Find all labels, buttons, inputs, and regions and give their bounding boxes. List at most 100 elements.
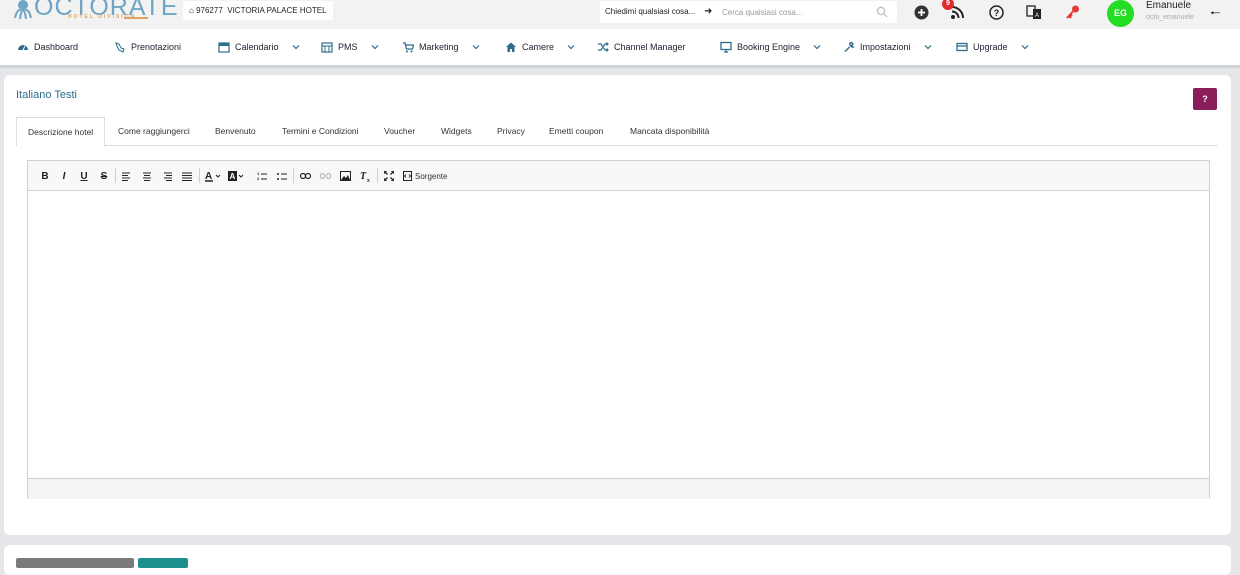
- toolbar-divider: [199, 168, 200, 183]
- plus-circle-icon[interactable]: [912, 3, 930, 21]
- svg-text:A: A: [230, 172, 236, 181]
- text-color-button[interactable]: A: [204, 169, 224, 183]
- nav-item-impostazioni[interactable]: Impostazioni: [843, 29, 932, 65]
- svg-text:?: ?: [993, 8, 999, 18]
- nav-item-camere[interactable]: Camere: [505, 29, 575, 65]
- nav-item-label: Upgrade: [973, 42, 1008, 52]
- nav-item-calendario[interactable]: Calendario: [218, 29, 300, 65]
- tab-termini-condizioni[interactable]: Termini e Condizioni: [282, 117, 359, 145]
- bottom-action-panel: [4, 545, 1231, 575]
- tab-bar: Descrizione hotel Come raggiungerci Benv…: [16, 117, 1218, 147]
- rich-text-editor: B I U S A A 12 T x Sorgente: [27, 160, 1210, 499]
- editor-toolbar: B I U S A A 12 T x Sorgente: [28, 161, 1209, 191]
- link-button[interactable]: [299, 169, 311, 183]
- nav-item-pms[interactable]: PMS: [321, 29, 379, 65]
- chevron-down-icon: [567, 45, 575, 50]
- search-input[interactable]: [722, 4, 872, 20]
- translate-icon[interactable]: A: [1025, 3, 1043, 21]
- clear-format-icon: Tx: [360, 171, 370, 182]
- align-left-button[interactable]: [121, 169, 133, 183]
- editor-status-bar: [28, 478, 1209, 499]
- italic-button[interactable]: I: [59, 169, 69, 183]
- nav-item-prenotazioni[interactable]: Prenotazioni: [114, 29, 181, 65]
- hotel-selector[interactable]: ⌂ 976277 VICTORIA PALACE HOTEL: [183, 1, 333, 20]
- numbered-list-icon: 12: [257, 171, 267, 181]
- tab-widgets[interactable]: Widgets: [441, 117, 472, 145]
- card-icon: [956, 42, 968, 52]
- tab-come-raggiungerci[interactable]: Come raggiungerci: [118, 117, 190, 145]
- align-center-icon: [143, 172, 151, 181]
- align-right-button[interactable]: [161, 169, 173, 183]
- help-button[interactable]: ?: [1193, 88, 1217, 110]
- svg-text:T: T: [360, 171, 367, 182]
- numbered-list-button[interactable]: 12: [256, 169, 268, 183]
- align-justify-button[interactable]: [181, 169, 193, 183]
- align-left-icon: [122, 172, 130, 181]
- tab-privacy[interactable]: Privacy: [497, 117, 525, 145]
- wrench-icon: [844, 41, 855, 52]
- help-circle-icon[interactable]: ?: [987, 3, 1005, 21]
- hotel-id: 976277: [196, 6, 223, 15]
- chevron-down-icon: [292, 45, 299, 50]
- home-icon: [506, 42, 516, 52]
- nav-item-channel-manager[interactable]: Channel Manager: [597, 29, 686, 65]
- nav-item-label: Booking Engine: [737, 42, 801, 52]
- background-color-button[interactable]: A: [227, 169, 247, 183]
- unlink-button[interactable]: [319, 169, 331, 183]
- nav-item-marketing[interactable]: Marketing: [402, 29, 480, 65]
- image-icon: [339, 171, 351, 181]
- svg-text:2: 2: [257, 176, 260, 181]
- editor-content-area[interactable]: [28, 191, 1209, 477]
- arrow-right-icon[interactable]: ➜: [704, 1, 712, 23]
- toolbar-divider: [115, 168, 116, 183]
- user-name[interactable]: Emanuele: [1146, 0, 1191, 11]
- tab-emetti-coupon[interactable]: Emetti coupon: [549, 117, 603, 145]
- tab-voucher[interactable]: Voucher: [384, 117, 415, 145]
- image-button[interactable]: [339, 169, 351, 183]
- underline-button[interactable]: U: [79, 169, 89, 183]
- nav-item-booking-engine[interactable]: Booking Engine: [720, 29, 821, 65]
- search-icon[interactable]: [876, 6, 888, 18]
- chevron-down-icon: [924, 45, 931, 50]
- bold-button[interactable]: B: [40, 169, 50, 183]
- ask-ai-label[interactable]: Chiedimi qualsiasi cosa...: [605, 1, 695, 23]
- strikethrough-button[interactable]: S: [99, 169, 109, 183]
- align-justify-icon: [182, 172, 192, 181]
- source-button[interactable]: Sorgente: [403, 169, 453, 183]
- secondary-action-button[interactable]: [16, 558, 134, 568]
- chevron-down-icon: [472, 45, 479, 50]
- nav-item-upgrade[interactable]: Upgrade: [956, 29, 1029, 65]
- booking-icon: [115, 42, 125, 53]
- nav-item-label: Dashboard: [34, 42, 79, 52]
- svg-text:A: A: [1035, 13, 1039, 19]
- cart-icon: [403, 42, 414, 53]
- nav-item-label: Marketing: [419, 42, 459, 52]
- clear-format-button[interactable]: Tx: [359, 169, 371, 183]
- chevron-down-icon: [1021, 45, 1028, 50]
- tab-benvenuto[interactable]: Benvenuto: [215, 117, 256, 145]
- source-label: Sorgente: [415, 171, 448, 181]
- home-icon: ⌂: [189, 6, 194, 15]
- user-handle: octo_emanuele: [1146, 14, 1194, 21]
- bullet-list-button[interactable]: [276, 169, 288, 183]
- primary-action-button[interactable]: [138, 558, 188, 568]
- page-title: Italiano Testi: [16, 89, 77, 101]
- monitor-icon: [720, 41, 732, 53]
- dashboard-icon: [18, 45, 28, 51]
- chevron-down-icon: [813, 45, 821, 50]
- bullet-list-icon: [277, 173, 287, 180]
- maximize-button[interactable]: [383, 169, 395, 183]
- octopus-logo-icon: [14, 0, 32, 20]
- nav-item-label: Channel Manager: [614, 42, 686, 52]
- octorate-logo[interactable]: OCTORATE HOTEL DIVISION: [12, 0, 178, 26]
- arrow-left-icon[interactable]: 🠐: [1210, 4, 1221, 25]
- tab-descrizione-hotel[interactable]: Descrizione hotel: [16, 117, 106, 147]
- nav-item-dashboard[interactable]: Dashboard: [17, 29, 78, 65]
- svg-text:x: x: [367, 178, 370, 182]
- align-right-icon: [164, 172, 172, 181]
- key-icon[interactable]: [1064, 3, 1082, 21]
- main-nav: Dashboard Prenotazioni Calendario PMS Ma…: [0, 29, 1240, 65]
- avatar[interactable]: EG: [1107, 0, 1134, 27]
- align-center-button[interactable]: [141, 169, 153, 183]
- tab-mancata-disponibilita[interactable]: Mancata disponibilità: [630, 117, 709, 145]
